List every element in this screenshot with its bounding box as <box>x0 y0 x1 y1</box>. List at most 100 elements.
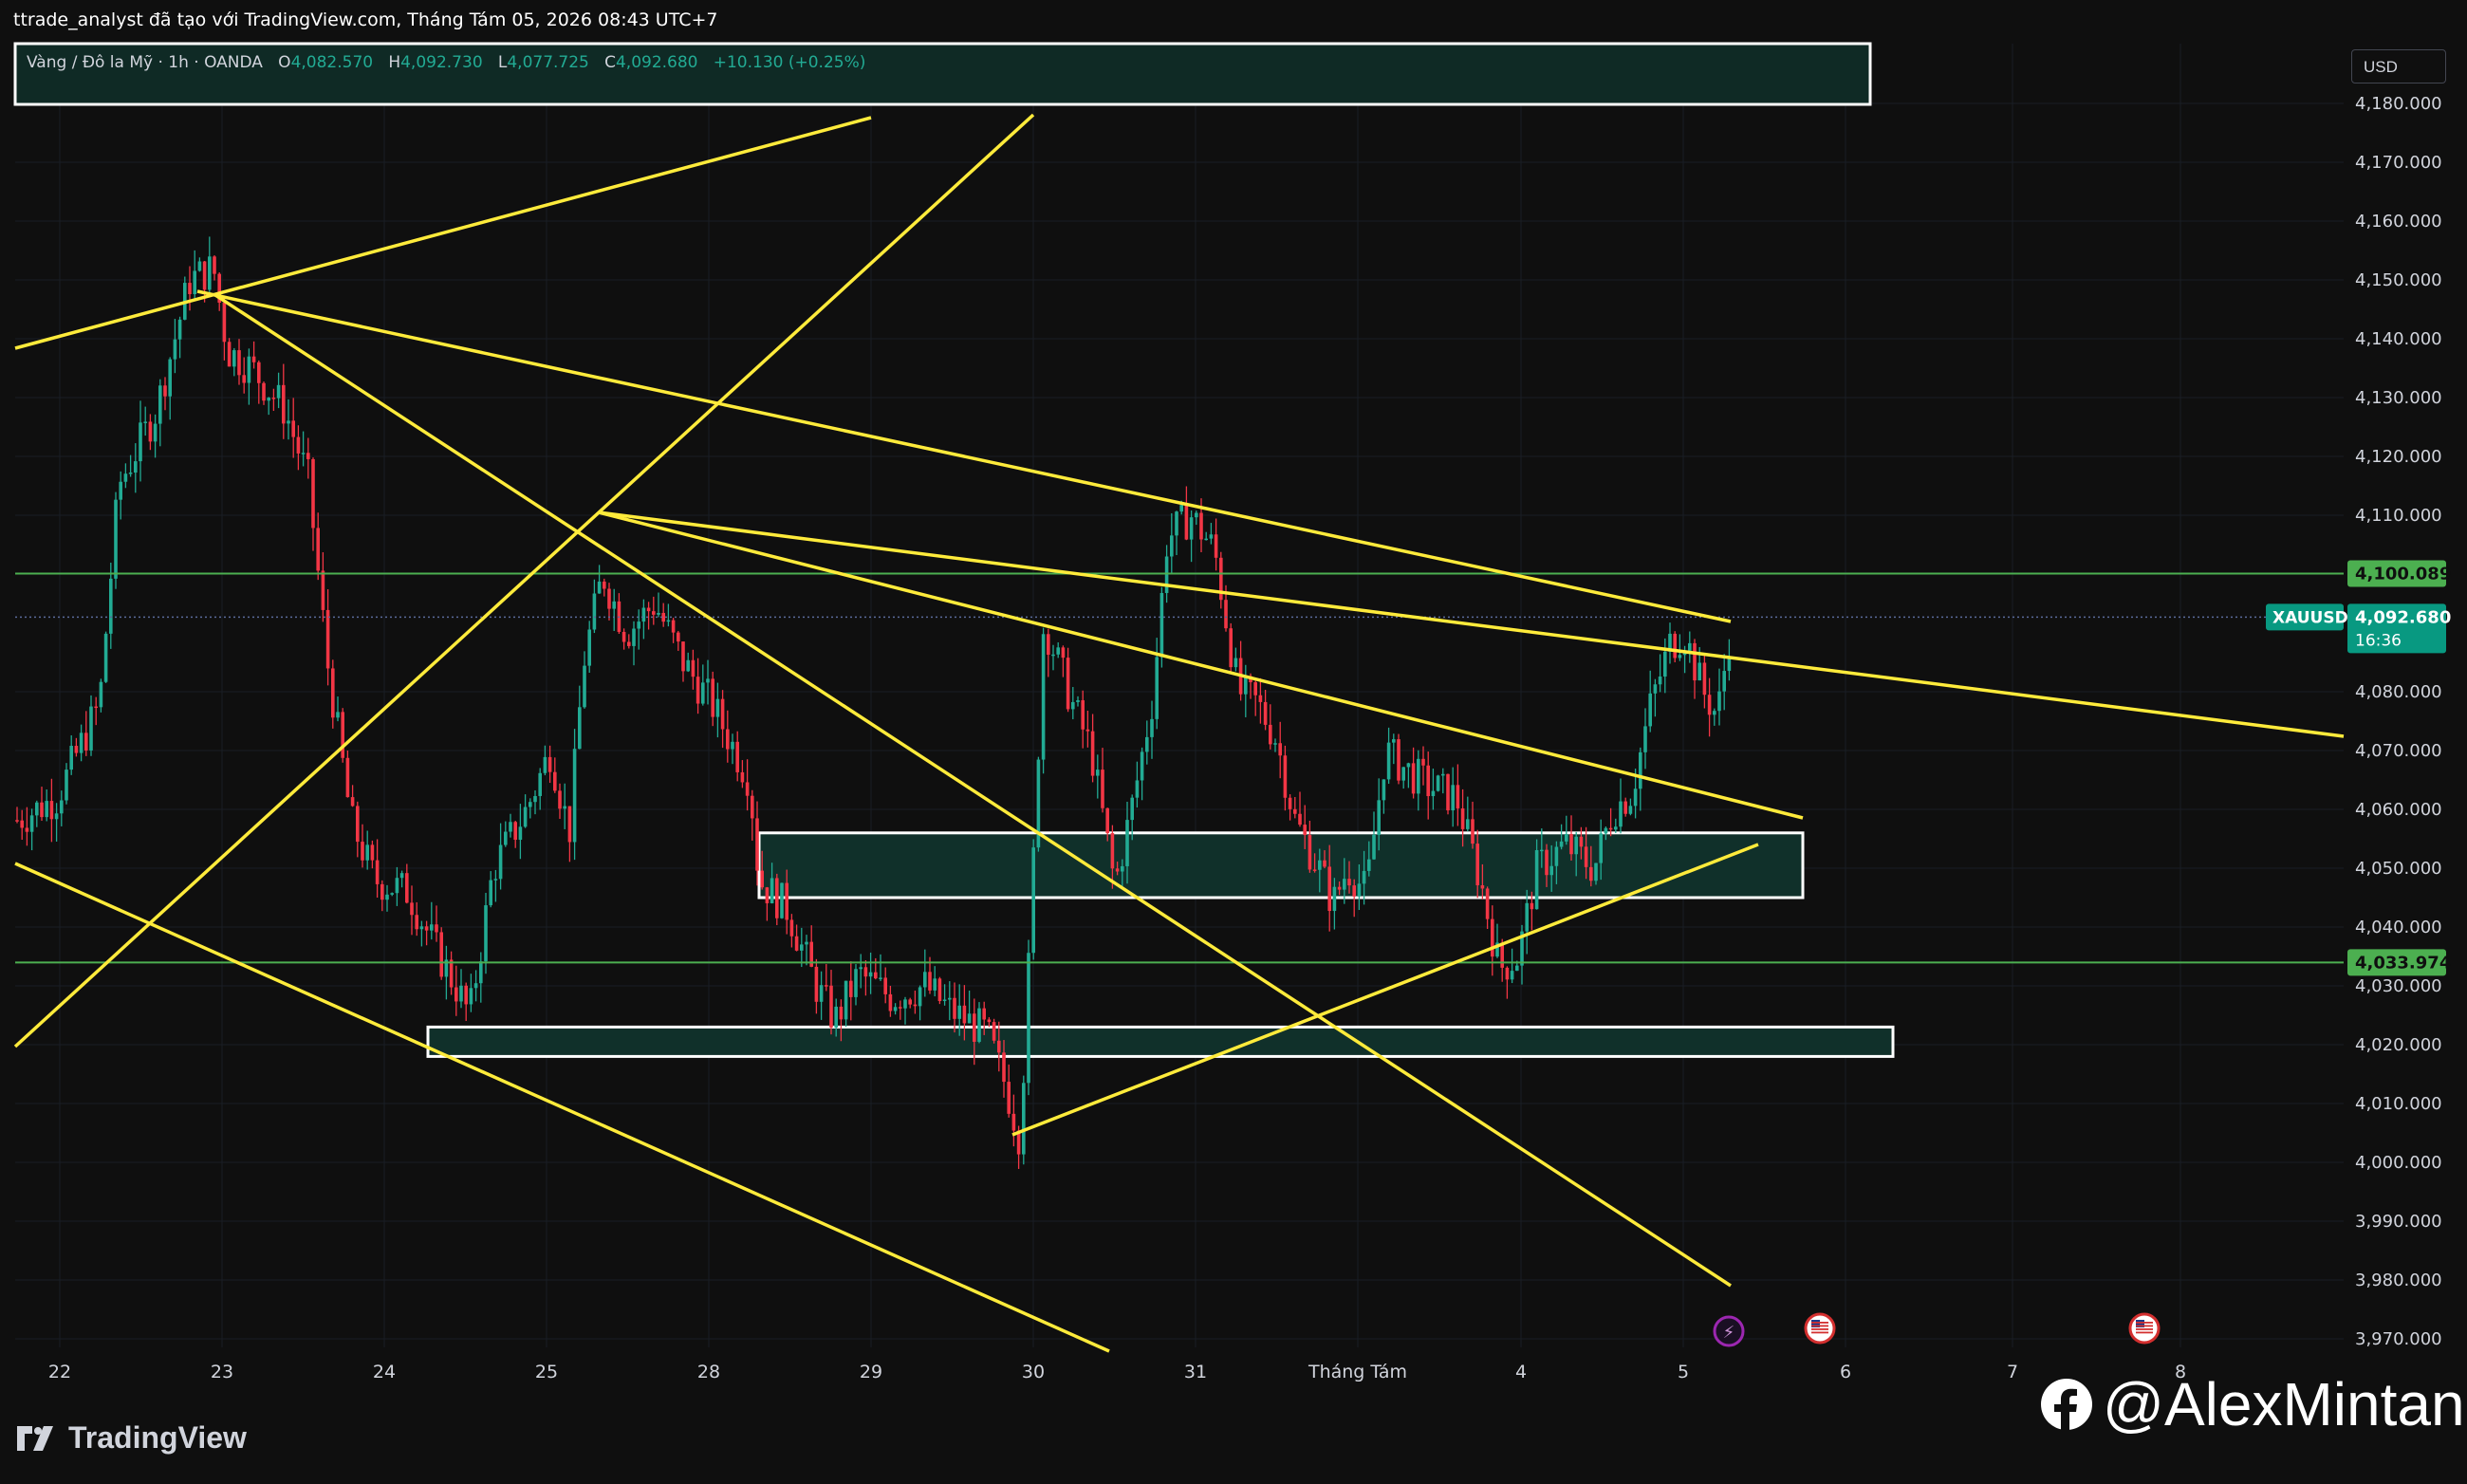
candle-body <box>987 1019 992 1023</box>
candle-body <box>435 924 438 933</box>
candle-body <box>325 609 330 669</box>
candle-body <box>839 1006 844 1020</box>
candle-body <box>1090 731 1095 776</box>
time-tick-label: 29 <box>860 1362 882 1382</box>
candle-body <box>603 581 606 589</box>
candle-body <box>1244 676 1248 695</box>
candle-body <box>538 772 542 796</box>
candle-body <box>967 1013 972 1024</box>
candle-body <box>1534 849 1539 910</box>
candle-body <box>1184 505 1189 540</box>
time-tick-label: 31 <box>1184 1362 1207 1382</box>
tradingview-logo[interactable]: TradingView <box>17 1420 247 1456</box>
candle-body <box>740 771 745 783</box>
chart-grid <box>15 44 2344 1347</box>
candle-body <box>361 842 364 861</box>
horizontal-levels <box>15 572 2344 964</box>
candle-body <box>1717 691 1721 712</box>
price-tick-label: 4,020.000 <box>2355 1035 2442 1055</box>
candle-body <box>1056 647 1060 655</box>
candle-body <box>143 421 147 423</box>
open-label: O <box>278 53 291 72</box>
candle-body <box>232 350 236 367</box>
candle-body <box>454 987 458 1002</box>
candle-body <box>997 1040 1001 1053</box>
candle-body <box>25 827 29 832</box>
candle-body <box>1471 819 1475 844</box>
candle-body <box>1639 751 1642 789</box>
candle-body <box>1397 739 1400 781</box>
candle-body <box>163 385 167 397</box>
symbol-legend[interactable]: Vàng / Đô la Mỹ · 1h · OANDA O4,082.570 … <box>27 53 865 72</box>
candle-body <box>1204 538 1208 541</box>
candle-body <box>1130 797 1134 821</box>
candle-body <box>691 659 696 677</box>
candle-body <box>587 629 591 666</box>
candle-body <box>1214 534 1218 558</box>
candle-body <box>493 879 498 881</box>
candle-body <box>1327 866 1331 912</box>
price-tick-label: 4,170.000 <box>2355 153 2442 173</box>
price-markers: 4,100.089 4,033.974 XAUUSD 4,092.680 16:36 <box>2266 560 2451 976</box>
candle-body <box>222 302 227 343</box>
candle-body <box>1170 535 1174 557</box>
candle-body <box>849 980 853 997</box>
price-tick-label: 3,970.000 <box>2355 1329 2442 1349</box>
candle-body <box>572 749 577 843</box>
candle-body <box>854 969 858 997</box>
candle-body <box>794 936 799 951</box>
candle-body <box>745 782 750 796</box>
candle-body <box>509 822 512 832</box>
candle-body <box>735 741 739 772</box>
candle-body <box>356 806 360 843</box>
candle-body <box>153 423 158 442</box>
candle-body <box>1071 701 1075 710</box>
candle-body <box>908 999 912 1005</box>
candle-body <box>1446 773 1450 811</box>
candle-body <box>1164 556 1169 593</box>
candle-body <box>1298 813 1302 825</box>
candle-body <box>1047 634 1050 656</box>
candle-body <box>973 1013 976 1042</box>
candle-body <box>834 1006 838 1028</box>
candle-body <box>287 420 290 424</box>
candle-body <box>1096 770 1100 776</box>
candle-body <box>1713 711 1716 715</box>
candle-body <box>1411 763 1416 794</box>
candle-body <box>1505 967 1510 980</box>
trendlines[interactable] <box>13 113 2345 1353</box>
candle-body <box>1431 790 1436 797</box>
time-tick-label: 4 <box>1515 1362 1527 1382</box>
candle-body <box>1258 695 1263 702</box>
candle-body <box>1051 654 1055 657</box>
price-tick-label: 4,040.000 <box>2355 918 2442 937</box>
candle-body <box>148 421 153 442</box>
candle-body <box>913 1004 918 1007</box>
candle-body <box>1421 758 1425 766</box>
candle-body <box>607 588 611 609</box>
candle-body <box>962 1005 967 1024</box>
candle-body <box>1559 841 1564 847</box>
lightning-glyph: ⚡ <box>1723 1323 1735 1343</box>
candle-body <box>1229 628 1233 668</box>
candle-body <box>213 256 216 274</box>
price-tick-label: 4,110.000 <box>2355 506 2442 526</box>
candle-body <box>1076 700 1080 702</box>
price-tick-label: 4,150.000 <box>2355 270 2442 290</box>
candle-body <box>1263 701 1268 725</box>
candle-body <box>1253 682 1257 696</box>
candle-body <box>1545 849 1549 876</box>
candle-body <box>1722 671 1726 692</box>
candle-body <box>1155 657 1159 719</box>
candle-body <box>1406 763 1411 768</box>
candle-body <box>331 668 335 718</box>
candle-body <box>1022 1083 1026 1155</box>
candle-body <box>937 978 942 1002</box>
candle-body <box>533 795 537 803</box>
candle-body <box>1392 739 1396 743</box>
event-icons[interactable]: ⚡ <box>1713 1312 2161 1347</box>
author-watermark: @AlexMintan <box>2040 1369 2465 1439</box>
currency-button[interactable]: USD <box>2351 49 2446 83</box>
candle-body <box>321 570 325 610</box>
chart-canvas[interactable]: 4,180.000 4,170.000 4,160.000 4,150.000 4,14… <box>0 0 2467 1484</box>
